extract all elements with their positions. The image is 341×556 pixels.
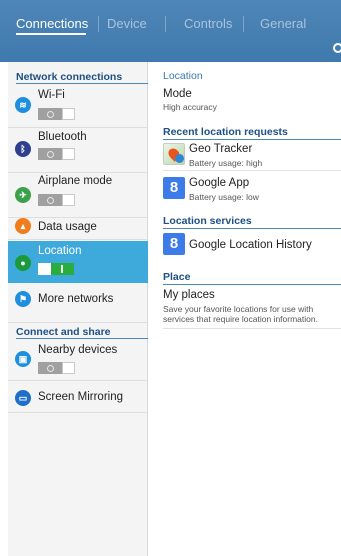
tab-divider <box>165 16 166 32</box>
active-tab-indicator <box>16 33 86 35</box>
sidebar-item-wifi[interactable]: ≋ Wi-Fi <box>8 84 148 128</box>
location-icon: ● <box>15 255 31 271</box>
tab-controls[interactable]: Controls <box>184 16 232 31</box>
sidebar-item-screen-mirroring[interactable]: ▭ Screen Mirroring <box>8 381 148 413</box>
sidebar-item-bluetooth[interactable]: ᛒ Bluetooth <box>8 128 148 173</box>
my-places-title: My places <box>163 289 215 301</box>
app-name: Google App <box>189 177 250 189</box>
sidebar-item-label: Bluetooth <box>38 131 87 143</box>
sidebar-item-nearby-devices[interactable]: ▣ Nearby devices <box>8 339 148 381</box>
my-places-description-line-1: Save your favorite locations for use wit… <box>163 304 314 314</box>
airplane-icon: ✈ <box>15 187 31 203</box>
sidebar-item-label: More networks <box>38 293 114 305</box>
sidebar-item-label: Screen Mirroring <box>38 391 123 403</box>
location-toggle[interactable] <box>38 263 74 275</box>
geo-tracker-icon <box>163 143 185 165</box>
battery-usage: Battery usage: high <box>189 158 263 168</box>
sidebar-item-more-networks[interactable]: ⚑ More networks <box>8 283 148 323</box>
sidebar-item-label: Airplane mode <box>38 175 113 187</box>
place-heading: Place <box>163 271 191 283</box>
wifi-toggle[interactable] <box>38 108 75 120</box>
mode-label: Mode <box>163 88 192 100</box>
app-name: Geo Tracker <box>189 143 253 155</box>
connect-and-share-heading: Connect and share <box>16 326 111 338</box>
sidebar-item-label: Nearby devices <box>38 344 118 356</box>
more-networks-icon: ⚑ <box>15 291 31 307</box>
list-divider <box>163 328 341 329</box>
google-app-icon: 8 <box>163 177 185 199</box>
tab-general[interactable]: General <box>260 16 306 31</box>
section-divider <box>163 228 341 229</box>
sidebar-item-airplane-mode[interactable]: ✈ Airplane mode <box>8 173 148 218</box>
my-places-description-line-2: services that require location informati… <box>163 314 318 324</box>
tab-device[interactable]: Device <box>107 16 147 31</box>
bluetooth-toggle[interactable] <box>38 148 75 160</box>
tab-divider <box>98 16 99 32</box>
mode-value: High accuracy <box>163 102 217 112</box>
location-services-heading: Location services <box>163 215 252 227</box>
service-name: Google Location History <box>189 239 312 251</box>
google-location-history-icon: 8 <box>163 233 185 255</box>
sidebar-item-location[interactable]: ● Location <box>8 241 148 283</box>
sidebar-item-label: Wi-Fi <box>38 89 65 101</box>
nearby-devices-icon: ▣ <box>15 351 31 367</box>
list-divider <box>163 170 341 171</box>
network-connections-heading: Network connections <box>16 71 123 83</box>
recent-requests-heading: Recent location requests <box>163 126 288 138</box>
screen-mirroring-icon: ▭ <box>15 390 31 406</box>
sidebar: Network connections ≋ Wi-Fi ᛒ Bluetooth … <box>8 62 148 556</box>
location-settings-panel: Location Mode High accuracy Recent locat… <box>148 62 341 556</box>
sidebar-item-data-usage[interactable]: ▴ Data usage <box>8 218 148 240</box>
search-icon[interactable] <box>333 43 341 53</box>
nearby-devices-toggle[interactable] <box>38 362 75 374</box>
section-divider <box>163 139 341 140</box>
bluetooth-icon: ᛒ <box>15 141 31 157</box>
battery-usage: Battery usage: low <box>189 192 259 202</box>
wifi-icon: ≋ <box>15 97 31 113</box>
tab-connections[interactable]: Connections <box>16 16 88 31</box>
sidebar-item-label: Location <box>38 245 82 257</box>
section-divider <box>163 284 341 285</box>
airplane-mode-toggle[interactable] <box>38 194 75 206</box>
sidebar-item-label: Data usage <box>38 221 97 233</box>
page-title: Location <box>163 70 203 82</box>
tab-divider <box>243 16 244 32</box>
data-usage-icon: ▴ <box>15 218 31 234</box>
tab-bar: Connections Device Controls General <box>0 0 341 62</box>
